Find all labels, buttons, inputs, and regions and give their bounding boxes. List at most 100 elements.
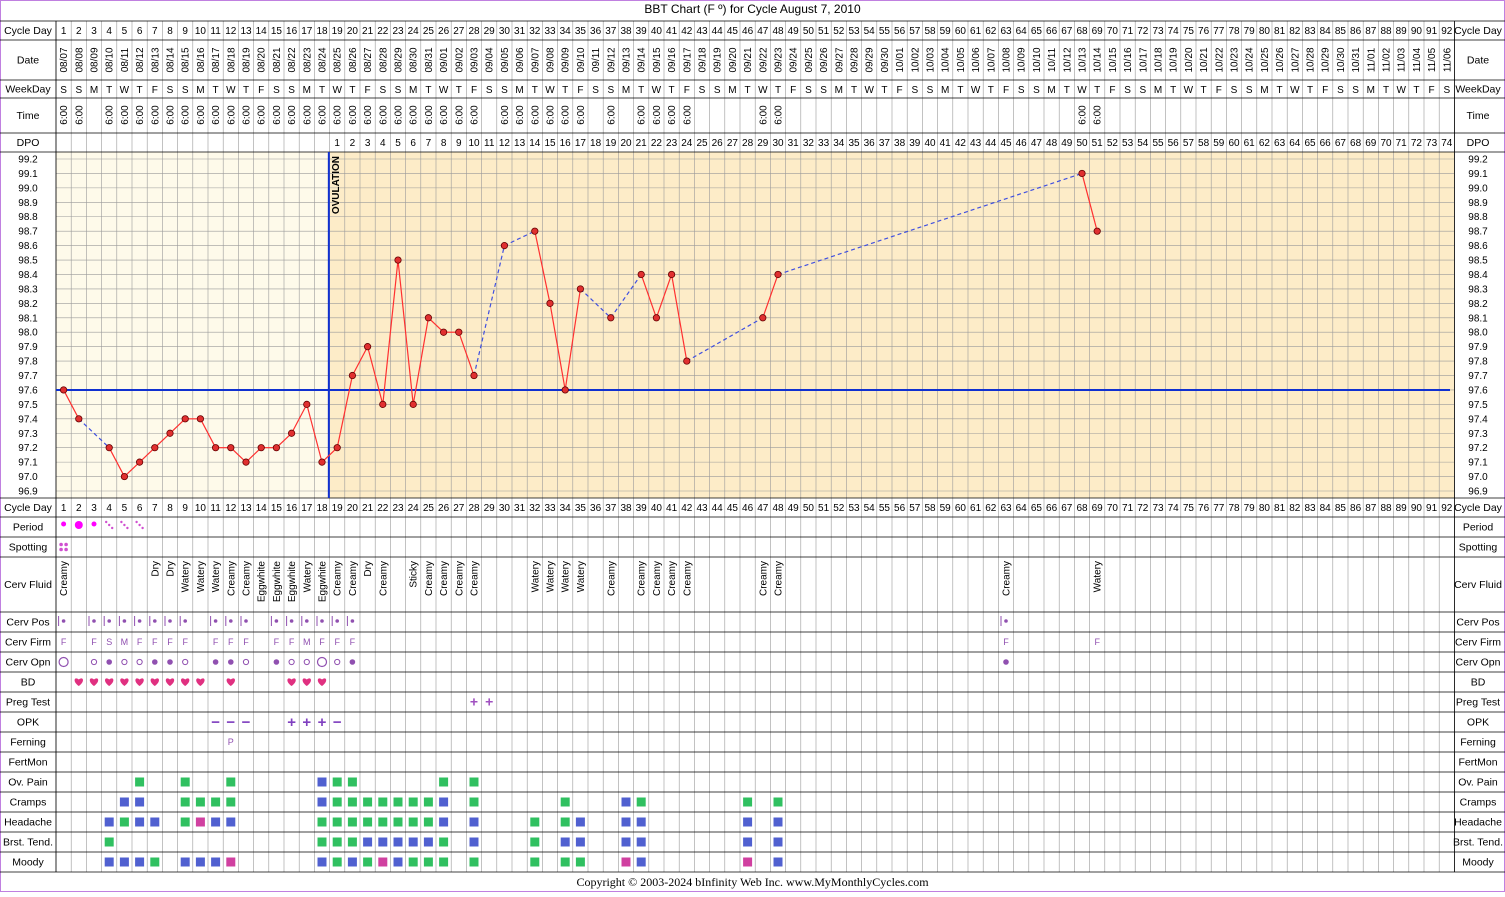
temp-point [546, 299, 554, 307]
cerv-pos-mark [122, 619, 127, 623]
headache-mark [363, 817, 373, 827]
cerv-fluid-label: Creamy [439, 561, 450, 596]
headache-mark [226, 817, 236, 827]
weekday-label: M [1154, 85, 1162, 96]
time-label: 6:00 [409, 105, 420, 125]
weekday-label: S [273, 85, 280, 96]
dpo-number: 69 [1365, 138, 1377, 149]
bd-heart-icon [302, 678, 311, 686]
dpo-number: 15 [544, 138, 556, 149]
cramps-mark [226, 797, 236, 807]
cycle-day-number: 63 [1000, 26, 1012, 37]
weekday-label: F [1003, 85, 1009, 96]
cerv-fluid-label: Dry [363, 561, 374, 577]
pre-ovulation-area [56, 152, 329, 498]
date-label: 10/20 [1184, 47, 1195, 72]
cycle-day-number: 10 [195, 503, 207, 514]
weekday-label: W [439, 85, 449, 96]
brst-tend-mark [743, 837, 753, 847]
cycle-day-number: 90 [1411, 503, 1423, 514]
cerv-firm-label: F [350, 637, 356, 647]
period-mark [135, 520, 138, 524]
date-label: 09/08 [546, 47, 557, 72]
row-label-spotting: Spotting [9, 542, 48, 554]
row-label-right-cramps: Cramps [1460, 797, 1497, 809]
cycle-day-number: 27 [453, 503, 465, 514]
row-label-right-moody: Moody [1462, 857, 1494, 869]
bd-heart-icon [226, 678, 235, 686]
time-label: 6:00 [74, 105, 85, 125]
cycle-day-number: 52 [833, 26, 845, 37]
cerv-fluid-label: Creamy [667, 561, 678, 596]
dpo-number: 16 [560, 138, 572, 149]
cerv-fluid-label: Watery [530, 561, 541, 592]
cycle-day-number: 51 [818, 503, 830, 514]
cramps-mark [393, 797, 403, 807]
row-label-right-weekday: WeekDay [1455, 84, 1501, 96]
dpo-number: 63 [1274, 138, 1286, 149]
date-label: 10/05 [956, 47, 967, 72]
time-label: 6:00 [196, 105, 207, 125]
temp-point [212, 444, 220, 452]
date-label: 10/11 [1047, 47, 1058, 72]
date-label: 10/10 [1032, 47, 1043, 72]
cycle-day-number: 54 [864, 26, 876, 37]
date-label: 10/01 [895, 47, 906, 72]
cerv-firm-label: F [319, 637, 325, 647]
cycle-day-number: 87 [1365, 503, 1377, 514]
ov-pain-mark [347, 777, 357, 787]
brst-tend-mark [636, 837, 646, 847]
ytick-left: 98.8 [18, 212, 38, 223]
time-label: 6:00 [59, 105, 70, 125]
cycle-day-number: 20 [347, 503, 359, 514]
cycle-day-number: 44 [712, 503, 724, 514]
date-label: 10/17 [1138, 47, 1149, 72]
weekday-label: W [120, 85, 130, 96]
dpo-number: 33 [818, 138, 830, 149]
weekday-label: T [243, 85, 249, 96]
cycle-day-number: 46 [742, 26, 754, 37]
date-label: 09/06 [515, 47, 526, 72]
time-label: 6:00 [758, 105, 769, 125]
time-label: 6:00 [287, 105, 298, 125]
dpo-number: 11 [484, 138, 495, 149]
cerv-firm-label: M [303, 637, 311, 647]
weekday-label: S [911, 85, 918, 96]
cycle-day-number: 66 [1046, 503, 1058, 514]
temp-point [500, 242, 508, 250]
cycle-day-number: 1 [61, 26, 67, 37]
cerv-firm-label: F [334, 637, 340, 647]
brst-tend-mark [408, 837, 418, 847]
cycle-day-number: 92 [1441, 26, 1453, 37]
date-label: 08/22 [287, 47, 298, 72]
dpo-number: 62 [1259, 138, 1271, 149]
dpo-number: 36 [864, 138, 876, 149]
temp-point [105, 444, 113, 452]
dpo-number: 27 [727, 138, 739, 149]
cramps-mark [119, 797, 129, 807]
cerv-firm-label: F [1003, 637, 1009, 647]
date-label: 08/18 [226, 47, 237, 72]
cerv-opn-mark [242, 658, 250, 666]
temp-point [287, 429, 296, 437]
cycle-day-number: 90 [1411, 26, 1423, 37]
cycle-day-number: 15 [271, 503, 283, 514]
row-label-brst_tend: Brst. Tend. [3, 837, 53, 849]
row-label-right-date: Date [1467, 55, 1489, 67]
dpo-number: 74 [1441, 138, 1453, 149]
weekday-label: S [1443, 85, 1450, 96]
date-label: 10/14 [1093, 47, 1104, 72]
date-label: 09/20 [728, 47, 739, 72]
dpo-number: 61 [1244, 138, 1256, 149]
weekday-label: T [1094, 85, 1100, 96]
cerv-firm-label: M [121, 637, 129, 647]
ytick-right: 97.6 [1468, 385, 1488, 396]
cramps-mark [180, 797, 190, 807]
temp-point [318, 458, 326, 466]
time-label: 6:00 [211, 105, 222, 125]
time-label: 6:00 [576, 105, 587, 125]
date-label: 10/27 [1290, 47, 1301, 72]
spotting-mark [64, 547, 68, 552]
date-label: 08/11 [120, 47, 131, 72]
weekday-label: M [1260, 85, 1268, 96]
